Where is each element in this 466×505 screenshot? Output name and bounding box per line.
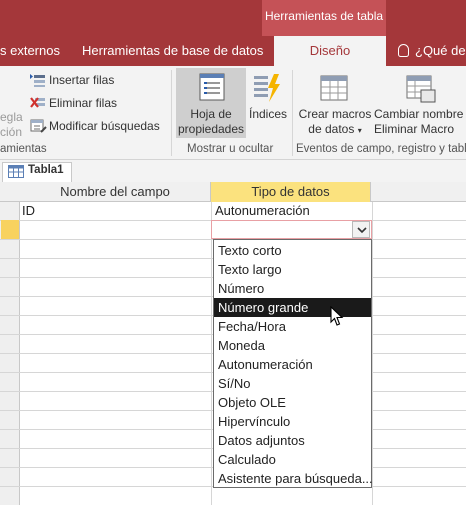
context-tab-label: Herramientas de tabla (262, 0, 386, 36)
rename-delete-macro-button[interactable]: Cambiar nombre Eliminar Macro (372, 68, 466, 138)
ribbon-partial-label-top: egla (0, 110, 23, 124)
data-type-combobox[interactable] (211, 220, 372, 239)
delete-rows-label: Eliminar filas (49, 96, 118, 110)
field-name-cell[interactable]: ID (22, 203, 35, 218)
table-icon (8, 165, 24, 178)
insert-rows-icon (30, 74, 45, 87)
delete-rows-icon (30, 97, 45, 108)
option-objeto-ole[interactable]: Objeto OLE (214, 393, 371, 412)
column-header-description[interactable] (372, 182, 466, 202)
lightning-index-icon (254, 74, 280, 102)
data-type-dropdown-list[interactable]: Texto corto Texto largo Número Número gr… (213, 239, 373, 488)
group-label-tools: amientas (0, 143, 47, 155)
option-si-no[interactable]: Sí/No (214, 374, 371, 393)
rename-macro-label: Cambiar nombre (374, 107, 464, 121)
tab-external-data[interactable]: s externos (0, 36, 60, 66)
option-calculado[interactable]: Calculado (214, 450, 371, 469)
option-datos-adjuntos[interactable]: Datos adjuntos (214, 431, 371, 450)
create-data-macros-button[interactable]: Crear macros de datos ▾ (296, 68, 374, 138)
option-autonumeracion[interactable]: Autonumeración (214, 355, 371, 374)
option-numero[interactable]: Número (214, 279, 371, 298)
property-sheet-label-2: propiedades (177, 122, 245, 136)
current-row-marker[interactable] (1, 220, 19, 239)
option-fecha-hora[interactable]: Fecha/Hora (214, 317, 371, 336)
column-header-data-type[interactable]: Tipo de datos (211, 182, 371, 202)
chevron-down-icon (357, 227, 367, 234)
modify-lookups-label: Modificar búsquedas (49, 119, 160, 133)
lightbulb-icon (398, 44, 409, 57)
insert-rows-label: Insertar filas (49, 73, 115, 87)
modify-lookups-icon (30, 119, 47, 133)
option-texto-largo[interactable]: Texto largo (214, 260, 371, 279)
column-header-field-name[interactable]: Nombre del campo (20, 182, 211, 202)
dropdown-arrow-button[interactable] (352, 221, 370, 238)
tab-design[interactable]: Diseño (274, 36, 386, 66)
property-sheet-button[interactable]: Hoja de propiedades (176, 68, 246, 138)
tab-database-tools[interactable]: Herramientas de base de datos (82, 36, 263, 66)
option-texto-corto[interactable]: Texto corto (214, 241, 371, 260)
table-tab-label: Tabla1 (28, 164, 64, 176)
option-numero-grande[interactable]: Número grande (214, 298, 371, 317)
property-sheet-icon (199, 73, 225, 101)
indexes-button[interactable]: Índices (246, 68, 290, 138)
chevron-down-icon: ▾ (357, 126, 362, 135)
ribbon-separator (171, 70, 172, 156)
ribbon-separator-2 (292, 70, 293, 156)
property-sheet-label-1: Hoja de (190, 107, 232, 121)
mouse-cursor-icon (330, 306, 344, 326)
option-hipervinculo[interactable]: Hipervínculo (214, 412, 371, 431)
tell-me-box[interactable]: ¿Qué des (398, 36, 466, 66)
data-type-cell[interactable]: Autonumeración (215, 203, 310, 218)
data-macro-icon (320, 75, 348, 101)
ribbon-partial-label-mid: ción (0, 125, 23, 139)
indexes-label: Índices (248, 107, 288, 121)
insert-rows-button[interactable]: Insertar filas (30, 72, 180, 90)
create-data-macros-label-1: Crear macros (298, 107, 372, 121)
tell-me-label: ¿Qué des (415, 43, 466, 58)
group-label-show-hide: Mostrar u ocultar (187, 143, 274, 155)
title-bar (0, 0, 466, 36)
delete-rows-button[interactable]: Eliminar filas (30, 95, 180, 113)
rename-macro-icon (406, 75, 436, 103)
group-label-events: Eventos de campo, registro y tabla (296, 143, 466, 155)
option-asistente-busqueda[interactable]: Asistente para búsqueda... (214, 469, 373, 488)
modify-lookups-button[interactable]: Modificar búsquedas (30, 118, 180, 136)
delete-macro-label: Eliminar Macro (374, 122, 455, 136)
option-moneda[interactable]: Moneda (214, 336, 371, 355)
create-data-macros-label-2: de datos ▾ (308, 122, 362, 136)
